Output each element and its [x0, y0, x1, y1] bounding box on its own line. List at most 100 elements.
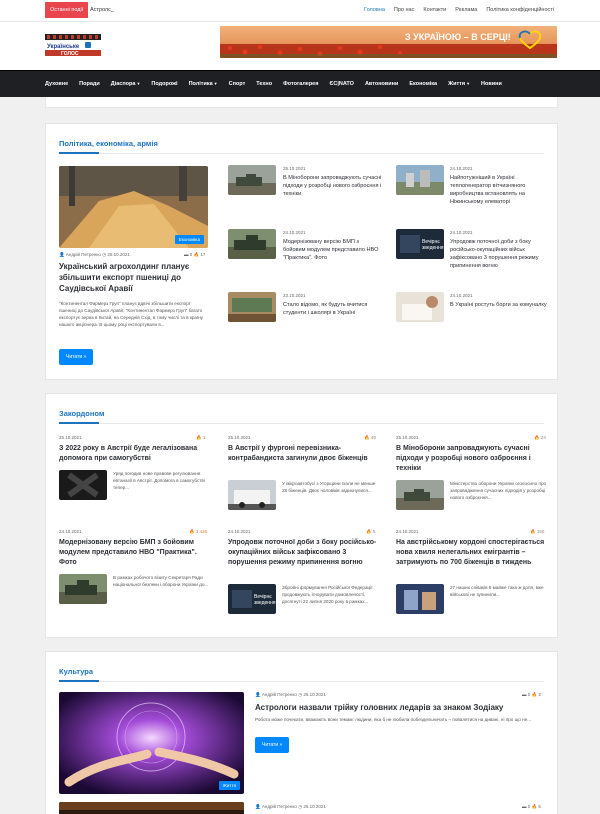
comment-count: 0	[527, 804, 531, 809]
main-article-image[interactable]: Життя	[59, 692, 244, 794]
header-banner[interactable]: З УКРАЇНОЮ – В СЕРЦІ!	[220, 26, 557, 58]
nav-item-politics[interactable]: Політика▼	[189, 81, 218, 87]
main-article-excerpt: "Континентал Фармерз Груп" планує вдвічі…	[59, 301, 204, 327]
top-link-privacy[interactable]: Політика конфіденційності	[486, 7, 554, 13]
article-stats: ▬ 0 🔥 2	[522, 692, 541, 698]
main-article-title[interactable]: Український агрохолдинг планує збільшити…	[59, 261, 211, 294]
article-title[interactable]: Упродовж поточної доби з боку російсько-…	[228, 538, 382, 568]
article-title[interactable]: Найпотужніший в Україні теплогенератор в…	[450, 174, 550, 206]
nav-item-eu-nato[interactable]: ЄС|NATO	[329, 81, 354, 87]
article-excerpt: Міністерство оборони України оголосило п…	[450, 481, 547, 500]
views-count: 🔥 5	[366, 529, 376, 534]
top-link-ads[interactable]: Реклама	[455, 7, 477, 13]
article-thumbnail[interactable]: Вечірнє зведення	[396, 229, 444, 259]
main-article-title[interactable]: Астрологи назвали трійку головних ледарі…	[255, 702, 545, 713]
author-name[interactable]: Андрій Петренко	[262, 692, 297, 697]
section-title[interactable]: Культура	[59, 667, 93, 676]
svg-text:Українське: Українське	[47, 44, 80, 50]
article-title[interactable]: З 2022 року в Австрії буде легалізована …	[59, 444, 211, 464]
article-title[interactable]: Модернізовану версію БМП з бойовим модул…	[59, 538, 211, 568]
clock-icon: ◷	[298, 804, 303, 809]
views-count: 🔥 24	[534, 435, 546, 440]
nav-item-economy[interactable]: Економіка	[409, 81, 437, 87]
article-title[interactable]: В Україні ростуть борги за комуналку	[450, 301, 550, 309]
author-name[interactable]: Андрій Петренко	[262, 804, 297, 809]
section-title[interactable]: Політика, економіка, армія	[59, 139, 158, 148]
article-title[interactable]: Стало відомо, як будуть вчитися студенти…	[283, 301, 383, 317]
main-article-excerpt: Робота може почекати, вважають вони тема…	[255, 717, 532, 722]
article-date: 25.10.2021	[396, 435, 419, 440]
views-count: 🔥 160	[530, 529, 545, 534]
nav-item-tips[interactable]: Поради	[79, 81, 100, 87]
user-icon: 👤	[255, 692, 261, 697]
top-link-about[interactable]: Про нас	[394, 7, 414, 13]
breaking-news-ticker[interactable]: Астролс_	[90, 7, 114, 13]
nav-item-auto[interactable]: Автоновини	[365, 81, 398, 87]
article-date: 24.10.2021	[228, 529, 251, 534]
clock-icon: ◷	[298, 692, 303, 697]
nav-item-gallery[interactable]: Фотогалерея	[283, 81, 318, 87]
nav-item-sport[interactable]: Спорт	[229, 81, 246, 87]
views-icon: 🔥	[531, 804, 538, 809]
nav-item-tech[interactable]: Техно	[256, 81, 272, 87]
comment-count: 0	[189, 252, 193, 257]
nav-item-diaspora[interactable]: Діаспора▼	[111, 81, 141, 87]
article-date: 25.10.2021	[303, 804, 326, 809]
author-name[interactable]: Андрій Петренко	[66, 252, 101, 257]
nav-item-life[interactable]: Життя▼	[448, 81, 470, 87]
article-thumbnail[interactable]	[396, 480, 444, 510]
svg-text:зведення: зведення	[422, 245, 444, 251]
article-date: 25.10.2021	[283, 166, 306, 171]
article-thumbnail[interactable]	[59, 802, 244, 814]
article-title[interactable]: В Міноборони запроваджують сучасні підхо…	[396, 444, 548, 474]
svg-text:ГОЛОС: ГОЛОС	[61, 51, 79, 56]
article-title[interactable]: В Австрії у фургоні перевізника-контраба…	[228, 444, 380, 464]
article-thumbnail[interactable]	[59, 470, 107, 500]
site-logo[interactable]: Українське ГОЛОС	[45, 34, 101, 57]
article-title[interactable]: Модернізовану версію БМП з бойовим модул…	[283, 238, 383, 262]
article-date: 24.10.2021	[450, 293, 473, 298]
read-more-button[interactable]: Читати »	[255, 737, 290, 753]
category-badge[interactable]: Життя	[218, 781, 240, 790]
article-title[interactable]: Упродовж поточної доби з боку російсько-…	[450, 238, 550, 270]
article-thumbnail[interactable]: Вечірнє зведення	[228, 584, 276, 614]
article-thumbnail[interactable]	[59, 574, 107, 604]
article-excerpt: 27 наших співаків 6 майже така ж доля, в…	[450, 585, 544, 597]
article-thumbnail[interactable]	[396, 165, 444, 195]
comment-count: 0	[527, 692, 531, 697]
nav-item-news[interactable]: Новини	[481, 81, 502, 87]
article-title[interactable]: На австрійському кордоні спостерігається…	[396, 538, 550, 568]
top-link-contacts[interactable]: Контакти	[423, 7, 446, 13]
empty-widget-box	[45, 97, 558, 108]
article-thumbnail[interactable]	[396, 292, 444, 322]
article-excerpt: У мікроавтобусі з Угорщини їхали не менш…	[282, 481, 376, 493]
article-date: 25.10.2021	[59, 435, 82, 440]
comment-icon: ▬	[522, 692, 527, 697]
article-meta: 👤 Андрій Петренко ◷ 25.10.2021	[255, 804, 326, 810]
article-meta: 👤 Андрій Петренко ◷ 25.10.2021	[255, 692, 326, 698]
article-thumbnail[interactable]	[396, 584, 444, 614]
section-title[interactable]: Закордоном	[59, 409, 104, 418]
category-badge[interactable]: Економіка	[174, 235, 204, 244]
nav-item-travel[interactable]: Подорожі	[151, 81, 177, 87]
article-date: 25.10.2021	[107, 252, 130, 257]
article-thumbnail[interactable]	[228, 480, 276, 510]
section-politics: Політика, економіка, армія Економіка 👤 А…	[45, 123, 558, 380]
site-header: Українське ГОЛОС З УКРАЇНОЮ – В СЕРЦІ!	[0, 22, 600, 70]
main-navigation: Духовне Поради Діаспора▼ Подорожі Політи…	[0, 70, 600, 97]
article-date: 24.10.2021	[450, 230, 473, 235]
chevron-down-icon: ▼	[466, 81, 471, 86]
article-thumbnail[interactable]	[228, 229, 276, 259]
views-icon: 🔥	[193, 252, 200, 257]
nav-item-spiritual[interactable]: Духовне	[45, 81, 68, 87]
article-thumbnail[interactable]	[228, 292, 276, 322]
top-link-home[interactable]: Головна	[364, 7, 385, 13]
top-bar: Останні події Астролс_ Головна Про нас К…	[0, 0, 600, 22]
article-title[interactable]: В Міноборони запроваджують сучасні підхо…	[283, 174, 383, 198]
article-thumbnail[interactable]	[228, 165, 276, 195]
main-article-image[interactable]: Економіка	[59, 166, 208, 248]
read-more-button[interactable]: Читати »	[59, 349, 94, 365]
section-divider	[59, 152, 544, 154]
clock-icon: ◷	[102, 252, 107, 257]
chevron-down-icon: ▼	[136, 81, 141, 86]
